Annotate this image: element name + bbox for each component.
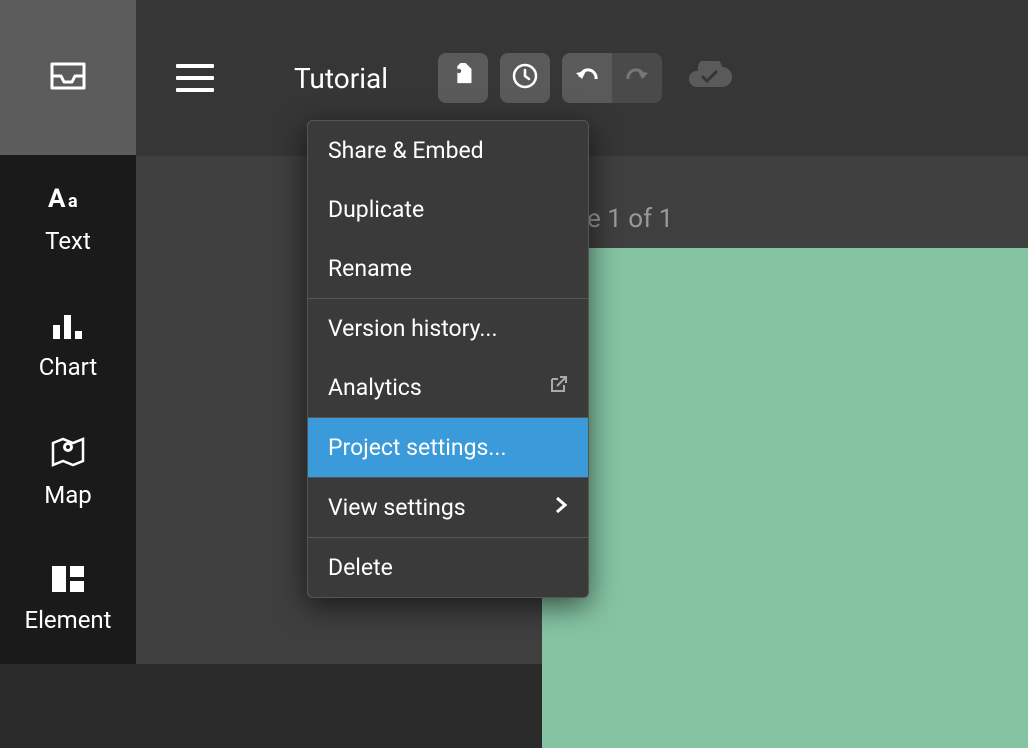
menu-item-version-history[interactable]: Version history... (308, 299, 588, 358)
menu-item-share-embed[interactable]: Share & Embed (308, 121, 588, 180)
menu-item-label: Analytics (328, 374, 422, 401)
cloud-saved-icon (686, 61, 732, 95)
page-indicator: Page 1 of 1 (542, 204, 1028, 234)
external-link-icon (548, 374, 568, 401)
menu-item-view-settings[interactable]: View settings (308, 478, 588, 537)
sidebar-item-element[interactable]: Element (0, 537, 136, 664)
tag-icon (450, 63, 476, 93)
sidebar-item-chart[interactable]: Chart (0, 282, 136, 409)
sidebar-item-label: Chart (39, 353, 97, 381)
undo-button[interactable] (562, 53, 612, 103)
sidebar-home-button[interactable] (0, 0, 136, 155)
document-title[interactable]: Tutorial (294, 62, 388, 95)
menu-item-label: Rename (328, 255, 412, 282)
redo-button[interactable] (612, 53, 662, 103)
tag-button[interactable] (438, 53, 488, 103)
page-canvas[interactable] (542, 248, 1028, 748)
clock-icon (512, 63, 538, 93)
sidebar-item-label: Element (24, 606, 111, 634)
sidebar-item-label: Map (44, 481, 91, 509)
map-icon (51, 437, 85, 471)
sidebar-item-label: Text (45, 227, 91, 255)
left-sidebar: A a Text Chart Map (0, 0, 136, 664)
history-button[interactable] (500, 53, 550, 103)
chart-icon (53, 311, 83, 343)
menu-item-project-settings[interactable]: Project settings... (308, 418, 588, 477)
menu-item-label: Share & Embed (328, 137, 484, 164)
menu-item-duplicate[interactable]: Duplicate (308, 180, 588, 239)
menu-item-delete[interactable]: Delete (308, 538, 588, 597)
redo-icon (624, 67, 650, 89)
menu-item-label: Version history... (328, 315, 498, 342)
menu-item-rename[interactable]: Rename (308, 239, 588, 298)
svg-text:a: a (68, 191, 78, 212)
menu-item-label: View settings (328, 494, 466, 521)
toolbar-actions (438, 53, 732, 103)
sidebar-item-text[interactable]: A a Text (0, 155, 136, 282)
svg-text:A: A (48, 184, 66, 213)
element-icon (52, 566, 84, 596)
inbox-icon (50, 62, 86, 94)
sidebar-item-map[interactable]: Map (0, 410, 136, 537)
menu-button[interactable] (176, 54, 224, 102)
menu-item-label: Project settings... (328, 434, 507, 461)
chevron-right-icon (554, 494, 568, 521)
hamburger-icon (176, 64, 214, 68)
menu-item-analytics[interactable]: Analytics (308, 358, 588, 417)
menu-item-label: Duplicate (328, 196, 424, 223)
undo-icon (574, 67, 600, 89)
menu-item-label: Delete (328, 554, 393, 581)
file-dropdown-menu: Share & Embed Duplicate Rename Version h… (307, 120, 589, 598)
text-icon: A a (48, 183, 88, 217)
main-area: Tutorial (136, 0, 1028, 664)
